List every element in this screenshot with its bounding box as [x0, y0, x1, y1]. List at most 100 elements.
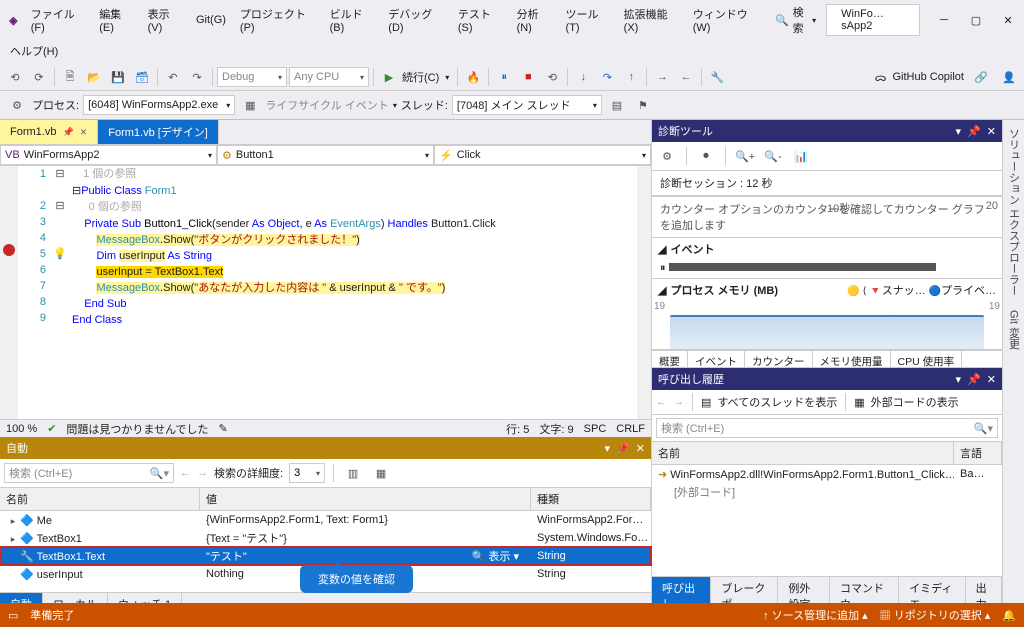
continue-button[interactable]: ▶	[378, 66, 400, 88]
autos-title[interactable]: 自動 ▾📌✕	[0, 437, 651, 459]
show-next-icon[interactable]: →	[651, 66, 673, 88]
continue-label[interactable]: 続行(C)	[402, 69, 439, 85]
callstack-title[interactable]: 呼び出し履歴 ▾📌✕	[652, 368, 1002, 390]
stack-icon[interactable]: ▤	[606, 94, 628, 116]
nav-back-icon[interactable]: ←	[656, 396, 667, 408]
menu-tools[interactable]: ツール(T)	[560, 3, 616, 37]
menu-git[interactable]: Git(G)	[190, 11, 232, 29]
col-name[interactable]: 名前	[0, 488, 200, 510]
stop-icon[interactable]: ■	[517, 66, 539, 88]
undo-icon[interactable]: ↶	[162, 66, 184, 88]
tool-icon[interactable]: 🔧	[706, 66, 728, 88]
platform-dropdown[interactable]: Any CPU	[289, 67, 369, 87]
diag-tab-mem[interactable]: メモリ使用量	[813, 351, 891, 368]
nav-fwd-icon[interactable]: →	[673, 396, 684, 408]
git-changes-tab[interactable]: Git 変更	[1006, 310, 1022, 349]
menu-window[interactable]: ウィンドウ(W)	[687, 3, 767, 37]
prev-icon[interactable]: ←	[675, 66, 697, 88]
copilot-icon[interactable]: ᯅ	[875, 70, 887, 85]
diag-timeline[interactable]: 10秒20	[652, 196, 1002, 197]
step-over-icon[interactable]: ↷	[596, 66, 618, 88]
menu-edit[interactable]: 編集(E)	[93, 3, 139, 37]
collapse-icon[interactable]: ◢	[658, 284, 666, 297]
close-icon[interactable]: ✕	[987, 125, 996, 138]
depth-spinner[interactable]: 3	[289, 463, 325, 483]
chart-icon[interactable]: 📊	[790, 145, 812, 167]
tab-form1-vb[interactable]: Form1.vb📌✕	[0, 120, 98, 144]
brush-icon[interactable]: ✎	[219, 422, 228, 435]
col-type[interactable]: 種類	[531, 488, 651, 510]
menu-ext[interactable]: 拡張機能(X)	[618, 3, 685, 37]
close-tab-icon[interactable]: ✕	[80, 127, 88, 138]
flag-icon[interactable]: ⚑	[632, 94, 654, 116]
menu-view[interactable]: 表示(V)	[142, 3, 188, 37]
redo-icon[interactable]: ↷	[186, 66, 208, 88]
record-icon[interactable]: ⏺	[695, 145, 717, 167]
lifecycle-icon[interactable]: ▦	[239, 94, 261, 116]
pin-icon[interactable]: 📌	[967, 373, 981, 386]
bell-icon[interactable]: 🔔	[1002, 609, 1016, 622]
extcode-btn[interactable]: 外部コードの表示	[871, 394, 959, 410]
collapse-icon[interactable]: ◢	[658, 243, 666, 256]
pin-icon[interactable]: 📌	[616, 442, 630, 455]
allthreads-btn[interactable]: すべてのスレッドを表示	[717, 394, 837, 410]
repo-button[interactable]: ▦ リポジトリの選択 ▴	[880, 607, 991, 623]
fold-margin[interactable]: ⊟⊟💡	[52, 166, 68, 419]
fwd-icon[interactable]: ⟳	[28, 66, 50, 88]
nav-fwd-icon[interactable]: →	[197, 467, 208, 479]
autos-tool-icon[interactable]: ▥	[342, 462, 364, 484]
back-icon[interactable]: ⟲	[4, 66, 26, 88]
autos-search[interactable]: 検索 (Ctrl+E)🔍▾	[4, 463, 174, 483]
diag-title[interactable]: 診断ツール ▾📌✕	[652, 120, 1002, 142]
break-icon[interactable]: ⏸	[493, 66, 515, 88]
autos-row[interactable]: ▸🔷 Me{WinFormsApp2.Form1, Text: Form1}Wi…	[0, 511, 651, 529]
min-button[interactable]: ─	[932, 10, 956, 31]
diag-tab-events[interactable]: イベント	[688, 351, 745, 368]
callstack-row[interactable]: [外部コード]	[652, 483, 1002, 501]
saveall-icon[interactable]: 🗃	[131, 66, 153, 88]
menu-help[interactable]: ヘルプ(H)	[4, 40, 64, 62]
menu-file[interactable]: ファイル(F)	[25, 3, 91, 37]
menu-debug[interactable]: デバッグ(D)	[382, 3, 450, 37]
max-button[interactable]: ▢	[964, 10, 988, 31]
search-icon[interactable]: 🔍▾	[150, 467, 169, 480]
dropdown-icon[interactable]: ▾	[956, 373, 962, 386]
close-button[interactable]: ✕	[996, 10, 1020, 31]
scm-button[interactable]: ↑ ソース管理に追加 ▴	[763, 607, 868, 623]
open-icon[interactable]: 📂	[83, 66, 105, 88]
menu-analyze[interactable]: 分析(N)	[511, 3, 558, 37]
memory-chart[interactable]: 19 19	[652, 301, 1002, 349]
search-icon[interactable]: 🔍▾	[974, 422, 993, 435]
autos-row[interactable]: ▸🔷 TextBox1{Text = "テスト"}System.Windows.…	[0, 529, 651, 547]
thread-dropdown[interactable]: [7048] メイン スレッド	[452, 95, 602, 115]
tab-form1-design[interactable]: Form1.vb [デザイン]	[98, 120, 219, 144]
col-value[interactable]: 値	[200, 488, 531, 510]
search-box[interactable]: 🔍検索▾	[769, 2, 822, 38]
diag-tab-cpu[interactable]: CPU 使用率	[891, 351, 963, 368]
nav-back-icon[interactable]: ←	[180, 467, 191, 479]
hot-reload-icon[interactable]: 🔥	[462, 66, 484, 88]
new-icon[interactable]: 🗎	[59, 66, 81, 88]
process-dropdown[interactable]: [6048] WinFormsApp2.exe	[83, 95, 235, 115]
config-dropdown[interactable]: Debug	[217, 67, 287, 87]
breakpoint-margin[interactable]	[0, 166, 18, 419]
menu-project[interactable]: プロジェクト(P)	[234, 3, 322, 37]
nav-namespace[interactable]: VBWinFormsApp2▾	[0, 145, 217, 165]
breakpoint-icon[interactable]	[3, 244, 15, 256]
gear-icon[interactable]: ⚙	[656, 145, 678, 167]
zoom-out-icon[interactable]: 🔍-	[762, 145, 784, 167]
pin-icon[interactable]: 📌	[62, 127, 73, 138]
diag-tab-counters[interactable]: カウンター	[745, 351, 813, 368]
close-icon[interactable]: ✕	[636, 442, 645, 455]
dropdown-icon[interactable]: ▾	[605, 442, 611, 455]
dropdown-icon[interactable]: ▾	[956, 125, 962, 138]
close-icon[interactable]: ✕	[987, 373, 996, 386]
autos-tool-icon2[interactable]: ▦	[370, 462, 392, 484]
threads-icon[interactable]: ▤	[701, 396, 711, 409]
pin-icon[interactable]: 📌	[967, 125, 981, 138]
menu-build[interactable]: ビルド(B)	[324, 3, 381, 37]
autos-row-selected[interactable]: 🔧 TextBox1.Text"テスト"🔍 表示 ▾String	[0, 547, 651, 565]
account-icon[interactable]: 👤	[998, 66, 1020, 88]
nav-event[interactable]: ⚡Click▾	[434, 145, 651, 165]
extcode-icon[interactable]: ▦	[854, 396, 864, 409]
